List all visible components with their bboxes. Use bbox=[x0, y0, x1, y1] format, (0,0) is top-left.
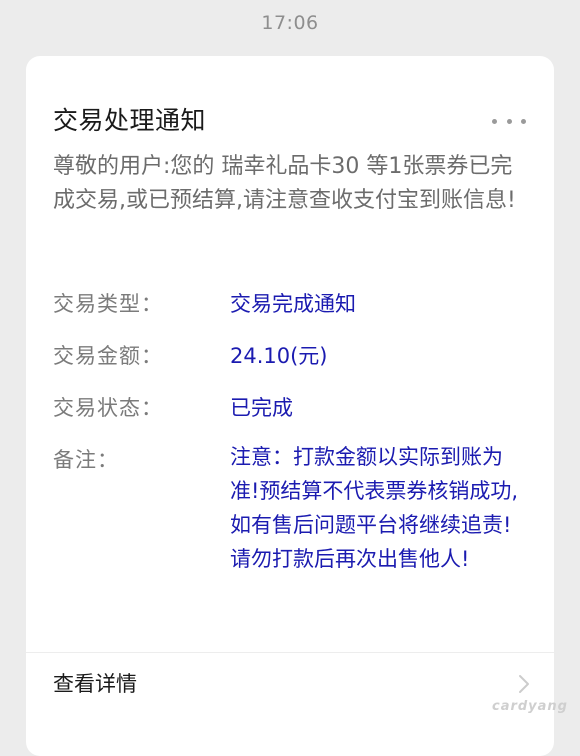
transaction-type-value: 交易完成通知 bbox=[230, 292, 356, 316]
transaction-status-value: 已完成 bbox=[230, 396, 293, 420]
view-details-link[interactable]: 查看详情 bbox=[53, 668, 137, 698]
footer-divider bbox=[26, 652, 554, 653]
chevron-right-icon[interactable] bbox=[512, 672, 536, 696]
transaction-type-label: 交易类型： bbox=[53, 292, 163, 316]
transaction-amount-value: 24.10(元) bbox=[230, 344, 328, 368]
remarks-value: 注意：打款金额以实际到账为准!预结算不代表票券核销成功,如有售后问题平台将继续追… bbox=[230, 445, 519, 571]
more-options-button[interactable] bbox=[492, 111, 526, 131]
watermark: cardyang bbox=[491, 699, 568, 714]
remarks-label: 备注： bbox=[53, 448, 119, 472]
card-description: 尊敬的用户:您的 瑞幸礼品卡30 等1张票券已完成交易,或已预结算,请注意查收支… bbox=[53, 154, 516, 213]
notification-card: 交易处理通知 尊敬的用户:您的 瑞幸礼品卡30 等1张票券已完成交易,或已预结算… bbox=[26, 56, 554, 756]
status-bar-time: 17:06 bbox=[261, 12, 319, 34]
card-title: 交易处理通知 bbox=[53, 106, 207, 135]
transaction-status-label: 交易状态： bbox=[53, 396, 163, 420]
more-horizontal-icon bbox=[492, 118, 497, 124]
transaction-amount-label: 交易金额： bbox=[53, 344, 163, 368]
